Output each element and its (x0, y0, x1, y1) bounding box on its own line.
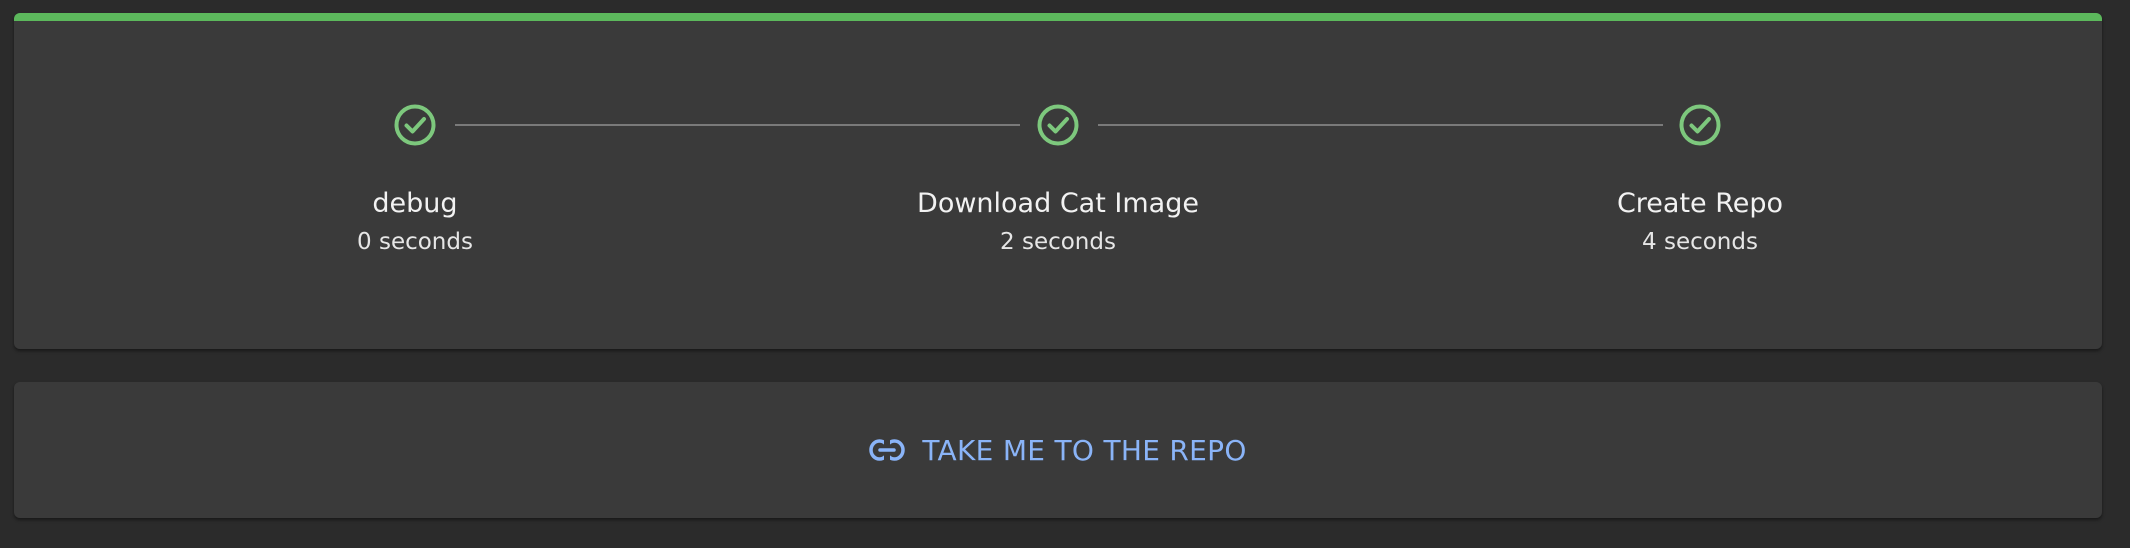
step-title: Download Cat Image (917, 188, 1199, 219)
step-debug: debug 0 seconds (165, 103, 665, 257)
repo-link-label: TAKE ME TO THE REPO (922, 433, 1247, 467)
take-me-to-repo-link[interactable]: TAKE ME TO THE REPO (14, 428, 2102, 472)
check-circle-icon (1679, 104, 1721, 146)
check-circle-icon (1037, 104, 1079, 146)
check-circle-icon (394, 104, 436, 146)
step-title: debug (372, 188, 458, 219)
step-duration: 4 seconds (1642, 229, 1758, 255)
step-create-repo: Create Repo 4 seconds (1450, 103, 1950, 257)
step-title: Create Repo (1616, 188, 1784, 219)
repo-link-card: TAKE ME TO THE REPO (14, 382, 2102, 518)
step-duration: 0 seconds (357, 229, 473, 255)
link-icon (869, 439, 906, 461)
step-download-cat-image: Download Cat Image 2 seconds (808, 103, 1308, 257)
progress-complete-bar (14, 13, 2102, 21)
step-duration: 2 seconds (1000, 229, 1116, 255)
pipeline-progress-card: debug 0 seconds Download Cat Image 2 sec… (14, 13, 2102, 349)
